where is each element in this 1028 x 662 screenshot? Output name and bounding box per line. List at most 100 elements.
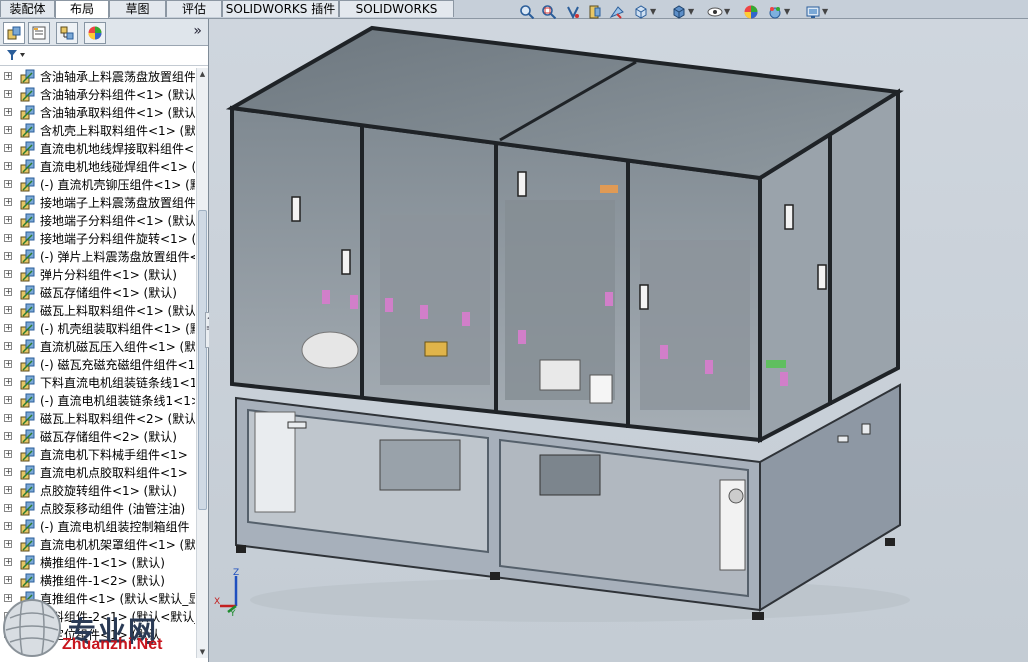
expand-toggle-icon[interactable]: + <box>4 450 12 458</box>
tab-assembly[interactable]: 装配体 <box>0 0 55 17</box>
expand-toggle-icon[interactable]: + <box>4 432 12 440</box>
tree-item-label: (-) 机壳组装取料组件<1> (默认) <box>40 322 195 336</box>
expand-toggle-icon[interactable]: + <box>4 252 12 260</box>
tree-item[interactable]: + 点胶旋转组件<1> (默认) <box>0 482 195 500</box>
expand-toggle-icon[interactable]: + <box>4 468 12 476</box>
expand-toggle-icon[interactable]: + <box>4 180 12 188</box>
tree-item[interactable]: + (-) 直流电机组装控制箱组件 <box>0 518 195 536</box>
foot <box>236 545 246 553</box>
machine-model[interactable] <box>209 19 1028 662</box>
tree-item[interactable]: + (-) 直流电机组装链条线1<1> <box>0 392 195 410</box>
tree-item-label: 磁瓦上料取料组件<2> (默认) <box>40 412 195 426</box>
expand-toggle-icon[interactable]: + <box>4 396 12 404</box>
tree-item-label: 含油轴承上料震荡盘放置组件<1> <box>40 70 195 84</box>
tree-item[interactable]: + 下料直流电机组装链条线1<1> <box>0 374 195 392</box>
tree-item[interactable]: + 横推组件-1<1> (默认) <box>0 554 195 572</box>
apply-scene-dropdown-icon[interactable]: ▼ <box>784 6 792 18</box>
tree-item-label: 含机壳上料取料组件<1> (默认) <box>40 124 195 138</box>
expand-toggle-icon[interactable]: + <box>4 306 12 314</box>
station-1 <box>380 215 490 385</box>
display-style-dropdown-icon[interactable]: ▼ <box>688 6 696 18</box>
graphics-viewport[interactable]: Z X Y <box>209 19 1028 662</box>
view-settings-dropdown-icon[interactable]: ▼ <box>822 6 830 18</box>
expand-toggle-icon[interactable]: + <box>4 144 12 152</box>
tab-solidworks-addins[interactable]: SOLIDWORKS 插件 <box>222 0 339 17</box>
feature-manager-icon[interactable] <box>3 22 25 44</box>
expand-toggle-icon[interactable]: + <box>4 486 12 494</box>
tree-item[interactable]: + 接地端子分料组件旋转<1> (默认) <box>0 230 195 248</box>
view-orientation-dropdown-icon[interactable]: ▼ <box>650 6 658 18</box>
expand-toggle-icon[interactable]: + <box>4 342 12 350</box>
scrollbar-thumb[interactable] <box>198 210 207 510</box>
tree-item[interactable]: + 直流电机下料械手组件<1> <box>0 446 195 464</box>
scroll-up-icon[interactable]: ▲ <box>197 68 208 80</box>
expand-toggle-icon[interactable]: + <box>4 234 12 242</box>
tree-item[interactable]: + 接地端子上料震荡盘放置组件<1> <box>0 194 195 212</box>
subassembly-icon <box>20 393 35 408</box>
tree-item[interactable]: + 弹片分料组件<1> (默认) <box>0 266 195 284</box>
tree-item[interactable]: + 含油轴承取料组件<1> (默认) <box>0 104 195 122</box>
subassembly-icon <box>20 339 35 354</box>
tree-item[interactable]: + 含油轴承分料组件<1> (默认) <box>0 86 195 104</box>
expand-toggle-icon[interactable]: + <box>4 72 12 80</box>
expand-toggle-icon[interactable]: + <box>4 522 12 530</box>
tree-item[interactable]: + 直流机磁瓦压入组件<1> (默认) <box>0 338 195 356</box>
expand-toggle-icon[interactable]: + <box>4 504 12 512</box>
expand-toggle-icon[interactable]: + <box>4 162 12 170</box>
tree-item[interactable]: + 点胶泵移动组件 (油管注油) <box>0 500 195 518</box>
tree-item[interactable]: + 直流电机点胶取料组件<1> <box>0 464 195 482</box>
tree-item[interactable]: + 含油轴承上料震荡盘放置组件<1> <box>0 68 195 86</box>
expand-toggle-icon[interactable]: + <box>4 360 12 368</box>
expand-toggle-icon[interactable]: + <box>4 198 12 206</box>
coordinate-triad: Z X Y <box>214 566 254 619</box>
tree-item[interactable]: + 直流电机地线碰焊组件<1> (默认) <box>0 158 195 176</box>
expand-toggle-icon[interactable]: + <box>4 108 12 116</box>
tree-item-label: 下料直流电机组装链条线1<1> <box>40 376 195 390</box>
tree-item[interactable]: + 横推组件-1<2> (默认) <box>0 572 195 590</box>
subassembly-icon <box>20 501 35 516</box>
tree-scrollbar[interactable]: ▲ ▼ <box>196 68 208 658</box>
panel-expand-icon[interactable]: » <box>193 23 202 39</box>
expand-toggle-icon[interactable]: + <box>4 558 12 566</box>
property-manager-icon[interactable] <box>28 22 50 44</box>
expand-toggle-icon[interactable]: + <box>4 216 12 224</box>
expand-toggle-icon[interactable]: + <box>4 90 12 98</box>
expand-toggle-icon[interactable]: + <box>4 378 12 386</box>
expand-toggle-icon[interactable]: + <box>4 270 12 278</box>
tab-layout[interactable]: 布局 <box>55 0 109 18</box>
panel-tab-strip: » <box>0 19 208 46</box>
station-3 <box>640 240 750 410</box>
expand-toggle-icon[interactable]: + <box>4 540 12 548</box>
filter-icon[interactable] <box>6 48 26 65</box>
tree-item[interactable]: + 接地端子分料组件<1> (默认) <box>0 212 195 230</box>
expand-toggle-icon[interactable]: + <box>4 414 12 422</box>
tree-item[interactable]: + 磁瓦上料取料组件<1> (默认) <box>0 302 195 320</box>
triad-z-label: Z <box>233 568 239 578</box>
configuration-manager-icon[interactable] <box>56 22 78 44</box>
tree-item-label: 磁瓦上料取料组件<1> (默认) <box>40 304 195 318</box>
tree-item[interactable]: + (-) 直流机壳铆压组件<1> (默认) <box>0 176 195 194</box>
tree-item[interactable]: + 磁瓦上料取料组件<2> (默认) <box>0 410 195 428</box>
expand-toggle-icon[interactable]: + <box>4 126 12 134</box>
subassembly-icon <box>20 429 35 444</box>
tree-item[interactable]: + (-) 磁瓦充磁充磁组件组件<1> <box>0 356 195 374</box>
tree-item[interactable]: + 含机壳上料取料组件<1> (默认) <box>0 122 195 140</box>
subassembly-icon <box>20 465 35 480</box>
hide-show-dropdown-icon[interactable]: ▼ <box>724 6 732 18</box>
expand-toggle-icon[interactable]: + <box>4 288 12 296</box>
tree-item[interactable]: + (-) 机壳组装取料组件<1> (默认) <box>0 320 195 338</box>
tree-item[interactable]: + (-) 弹片上料震荡盘放置组件<1> <box>0 248 195 266</box>
tree-item-label: 直流电机点胶取料组件<1> <box>40 466 188 480</box>
expand-toggle-icon[interactable]: + <box>4 324 12 332</box>
tree-item[interactable]: + 直流电机机架罩组件<1> (默认) <box>0 536 195 554</box>
tab-solidworks-mbd[interactable]: SOLIDWORKS MBD <box>339 0 454 33</box>
tree-item-label: (-) 直流机壳铆压组件<1> (默认) <box>40 178 195 192</box>
tab-evaluate[interactable]: 评估 <box>166 0 222 17</box>
tree-item[interactable]: + 磁瓦存储组件<2> (默认) <box>0 428 195 446</box>
tree-item[interactable]: + 磁瓦存储组件<1> (默认) <box>0 284 195 302</box>
display-manager-icon[interactable] <box>84 22 106 44</box>
tree-item-label: 点胶旋转组件<1> (默认) <box>40 484 177 498</box>
tab-sketch[interactable]: 草图 <box>109 0 166 17</box>
tree-item[interactable]: + 直流电机地线焊接取料组件<1> <box>0 140 195 158</box>
expand-toggle-icon[interactable]: + <box>4 576 12 584</box>
